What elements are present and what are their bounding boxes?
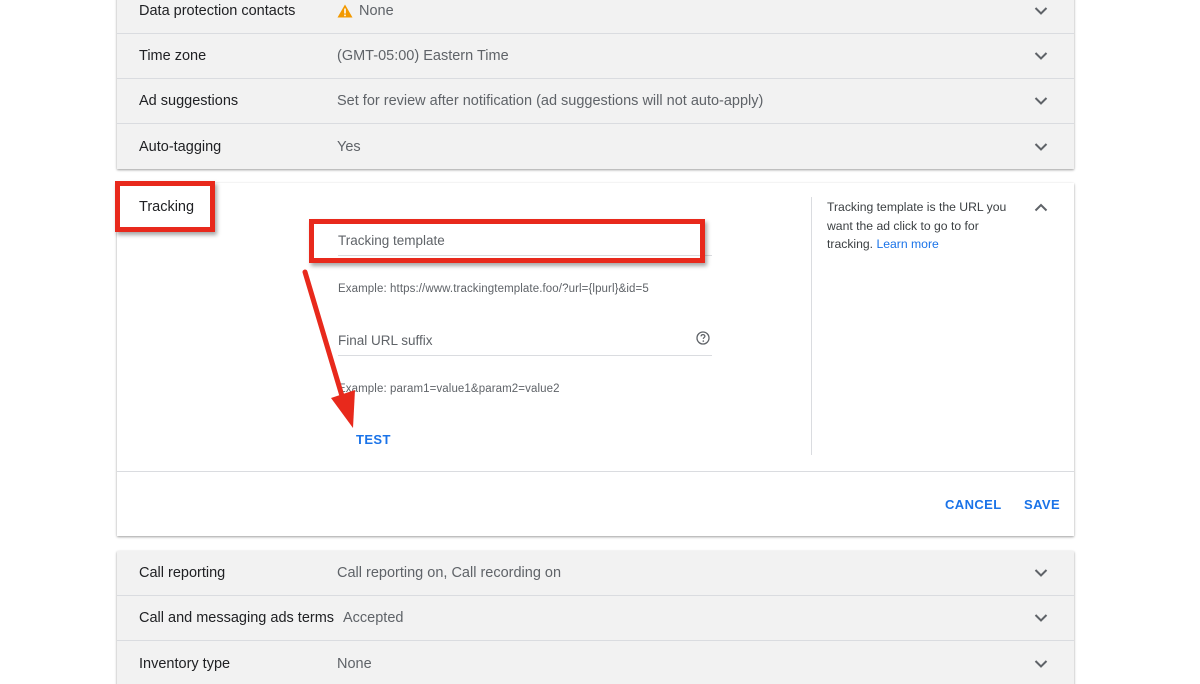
setting-value: Accepted: [343, 610, 404, 626]
setting-row-time-zone[interactable]: Time zone (GMT-05:00) Eastern Time: [117, 34, 1074, 79]
setting-value: None: [337, 3, 394, 19]
setting-label: Data protection contacts: [139, 3, 296, 19]
tracking-template-example: Example: https://www.trackingtemplate.fo…: [338, 283, 649, 295]
final-url-suffix-input[interactable]: [338, 325, 712, 355]
cancel-button[interactable]: CANCEL: [945, 497, 1002, 512]
setting-value: Call reporting on, Call recording on: [337, 565, 562, 581]
setting-row-inventory-type[interactable]: Inventory type None: [117, 641, 1074, 684]
setting-label: Inventory type: [139, 655, 231, 672]
learn-more-link[interactable]: Learn more: [876, 237, 938, 251]
final-url-suffix-example: Example: param1=value1&param2=value2: [338, 383, 560, 395]
tracking-card: Tracking Example: https://www.trackingte…: [117, 183, 1074, 536]
bottom-settings-panel: Call reporting Call reporting on, Call r…: [117, 551, 1074, 684]
tracking-template-field[interactable]: [338, 225, 712, 256]
setting-value: Set for review after notification (ad su…: [337, 93, 764, 109]
tracking-title: Tracking: [139, 199, 195, 215]
tracking-template-input[interactable]: [338, 225, 712, 255]
chevron-down-icon[interactable]: [1034, 569, 1048, 578]
test-button[interactable]: TEST: [356, 432, 391, 447]
setting-value: None: [337, 655, 372, 672]
setting-row-ad-suggestions[interactable]: Ad suggestions Set for review after noti…: [117, 79, 1074, 124]
setting-value: Yes: [337, 138, 361, 155]
setting-label: Call reporting: [139, 565, 226, 581]
footer-divider: [117, 471, 1074, 472]
setting-row-call-messaging-terms[interactable]: Call and messaging ads terms Accepted: [117, 596, 1074, 641]
setting-row-auto-tagging[interactable]: Auto-tagging Yes: [117, 124, 1074, 169]
setting-label: Time zone: [139, 48, 207, 64]
chevron-down-icon[interactable]: [1034, 7, 1048, 16]
setting-label: Call and messaging ads terms: [139, 610, 335, 626]
final-url-suffix-field[interactable]: [338, 325, 712, 356]
setting-value-text: None: [359, 3, 394, 19]
chevron-down-icon[interactable]: [1034, 97, 1048, 106]
setting-label: Ad suggestions: [139, 93, 239, 109]
top-settings-panel: Data protection contacts None Time zone …: [117, 0, 1074, 169]
chevron-down-icon[interactable]: [1034, 52, 1048, 61]
chevron-down-icon[interactable]: [1034, 659, 1048, 668]
setting-row-data-protection[interactable]: Data protection contacts None: [117, 0, 1074, 34]
setting-row-call-reporting[interactable]: Call reporting Call reporting on, Call r…: [117, 551, 1074, 596]
help-circle-icon[interactable]: [696, 331, 710, 345]
chevron-down-icon[interactable]: [1034, 142, 1048, 151]
save-button[interactable]: SAVE: [1024, 497, 1060, 512]
chevron-down-icon[interactable]: [1034, 614, 1048, 623]
setting-value: (GMT-05:00) Eastern Time: [337, 48, 509, 64]
setting-label: Auto-tagging: [139, 138, 222, 155]
vertical-divider: [811, 197, 812, 455]
help-panel: Tracking template is the URL you want th…: [827, 198, 1023, 254]
chevron-up-icon[interactable]: [1034, 203, 1048, 212]
warning-triangle-icon: [337, 4, 353, 18]
